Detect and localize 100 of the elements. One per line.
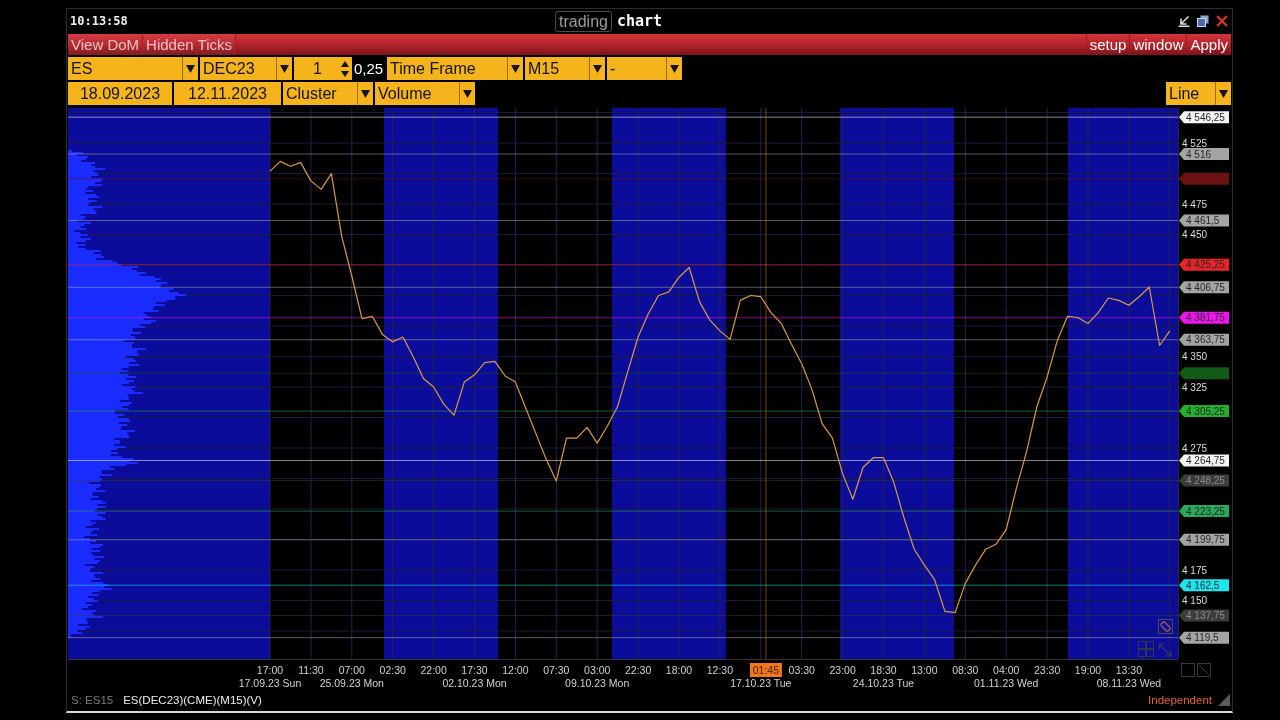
time-tick-label: 13:00 [911,664,938,676]
menu-button[interactable]: window [1129,34,1187,55]
price-tag: 4 223,25 [1179,505,1229,518]
ref-line-label: 4 264,75 [1186,455,1226,467]
price-tag: 4 425,25 [1179,258,1229,271]
price-tag: 4 264,75 [1179,454,1229,467]
ref-line-label: 4 162,5 [1186,579,1220,591]
restore-icon[interactable] [1197,15,1209,27]
ref-line-label: 4 363,75 [1186,334,1226,346]
up-down-arrows-icon[interactable] [341,60,349,77]
date-label: 17.09.23 Sun [238,677,302,689]
dropdown[interactable]: ES [68,57,198,80]
date-label: 08.11.23 Wed [1096,677,1162,689]
ref-line-label: 4 425,25 [1186,259,1226,271]
date-label: 24.10.23 Tue [852,677,915,689]
price-tick-label: 4 175 [1182,564,1208,576]
time-tick-label: 08:30 [952,664,979,676]
dropdown[interactable]: Cluster [283,82,373,105]
price-tick-label: 4 450 [1182,229,1208,241]
price-tag: 4 516 [1179,148,1229,161]
resize-grip-icon[interactable] [1218,693,1230,706]
date-label: 02.10.23 Mon [442,677,507,689]
price-tag: 4 137,75 [1179,609,1229,622]
ref-line-label: 4 223,25 [1186,505,1226,517]
close-icon[interactable] [1216,15,1228,27]
time-tick-label: 07:00 [338,664,365,676]
menu-button[interactable]: View DoM [68,34,144,55]
ref-line-label: 4 119,5 [1186,632,1220,644]
date-field[interactable]: 18.09.2023 [68,82,172,105]
eraser-icon[interactable] [1158,619,1173,634]
price-tag: 4 119,5 [1179,631,1229,644]
time-tick-label: 13:30 [1115,664,1143,676]
ref-line-label: 4 248,25 [1186,475,1226,487]
symbol-code-text: S: ES15 [71,693,114,706]
time-tick-label: 18:30 [870,664,897,676]
time-tick-label: 23:30 [1033,664,1061,676]
dropdown[interactable]: Volume [375,82,475,105]
ref-line-label: 4 305,25 [1186,405,1226,417]
price-tick-label: 4 150 [1182,595,1208,607]
square-icon[interactable] [1181,663,1195,677]
dropdown[interactable]: M15 [525,57,605,80]
minimize-icon[interactable] [1178,15,1190,27]
price-tag: 4 363,75 [1179,333,1229,346]
price-tag: 4 461,5 [1179,214,1229,227]
price-tag: 4 162,5 [1179,579,1229,592]
time-tick-label: 12:30 [706,664,734,676]
time-tick-label: 07:30 [543,664,570,676]
caret-icon [463,89,472,98]
ref-line-label: 4 406,75 [1186,281,1226,293]
window-title: chart [616,12,663,30]
time-tick-label: 22:30 [624,664,652,676]
square-diagonal-icon[interactable] [1197,663,1211,677]
caret-icon [361,89,370,98]
caret-icon [280,64,289,73]
dropdown[interactable]: - [607,57,682,80]
mode-text: Independent [1148,693,1212,706]
caret-icon [670,64,679,73]
time-tick-label: 02:30 [379,664,406,676]
app-name-badge: trading [555,10,612,32]
price-tick-label: 4 525 [1182,137,1208,149]
price-tag: 4 546,25 [1179,111,1229,124]
price-tag: 4 248,25 [1179,474,1229,487]
crosshair-time-tag: 01:45 [749,663,782,677]
time-tick-label: 17:30 [461,664,488,676]
price-tag: 4 199,75 [1179,533,1229,546]
caret-icon [186,64,195,73]
date-label: 01.11.23 Wed [974,677,1039,689]
price-tick-label: 4 325 [1182,381,1208,393]
time-tick-label: 19:00 [1074,664,1102,676]
ref-line-label: 4 381,75 [1186,312,1226,324]
instrument-text: ES(DEC23)(CME)(M15)(V) [123,693,262,706]
number-spinner[interactable]: 1 [294,57,352,80]
ref-line-label: 4 461,5 [1186,215,1220,227]
dropdown[interactable]: Time Frame [387,57,523,80]
date-field[interactable]: 12.11.2023 [174,82,281,105]
menu-button[interactable]: Hidden Ticks [143,34,236,55]
menu-button[interactable]: Apply [1186,34,1231,55]
price-tick-label: 4 275 [1182,442,1208,454]
price-tag: 4 406,75 [1179,281,1229,294]
time-tick-label: 18:00 [665,664,693,676]
caret-icon [593,64,602,73]
ref-line-label: 4 199,75 [1186,534,1226,546]
ref-line-label: 4 546,25 [1186,111,1226,123]
price-tag: 4 305,25 [1179,405,1229,418]
time-tick-label: 11:30 [298,664,324,676]
time-tick-label: 22:00 [420,664,447,676]
caret-icon [1219,89,1228,98]
clock-text: 10:13:58 [70,14,128,28]
time-tick-label: 17:00 [256,664,284,676]
time-tick-label: 04:00 [993,664,1020,676]
chart-style-dropdown[interactable]: Line [1166,82,1231,105]
dropdown[interactable]: DEC23 [200,57,292,80]
date-label: 17.10.23 Tue [730,677,792,689]
ref-line-label: 4 137,75 [1186,610,1226,621]
price-tick-label: 4 350 [1182,351,1208,363]
time-tick-label: 03:30 [788,664,815,676]
caret-icon [511,64,520,73]
price-tick-label: 4 475 [1182,198,1208,210]
time-tick-label: 23:00 [829,664,856,676]
menu-button[interactable]: setup [1085,34,1130,55]
